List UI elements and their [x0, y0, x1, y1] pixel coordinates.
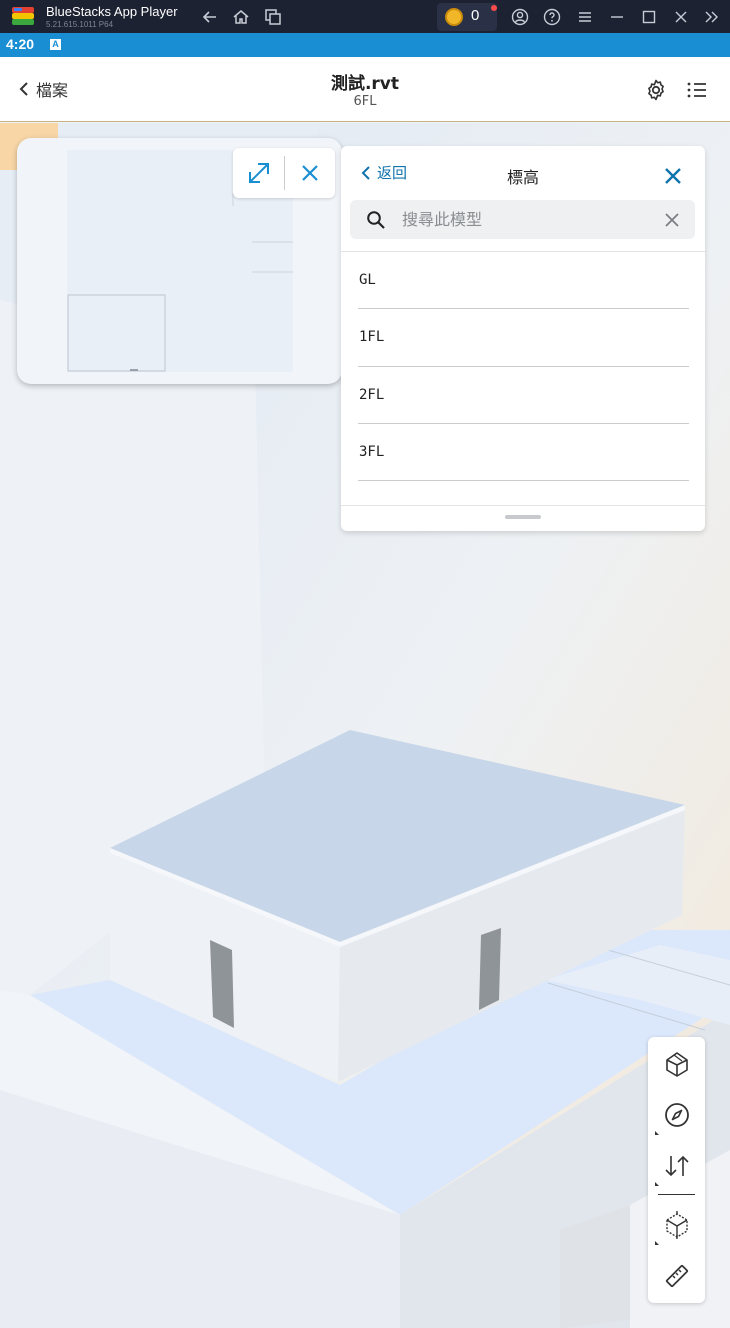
- divider: [358, 480, 689, 482]
- emulator-title: BlueStacks App Player: [46, 4, 178, 19]
- level-item[interactable]: 3FL: [341, 424, 705, 482]
- level-label: GL: [359, 272, 376, 288]
- menu-icon[interactable]: [576, 8, 594, 26]
- minimap-controls: [233, 148, 335, 198]
- coin-counter[interactable]: 0: [437, 3, 497, 31]
- level-label: 2FL: [359, 386, 385, 403]
- minimize-icon[interactable]: [608, 8, 626, 26]
- current-level: 6FL: [353, 94, 377, 109]
- home-icon[interactable]: [231, 7, 251, 27]
- panel-title: 標高: [506, 168, 539, 187]
- measure-icon[interactable]: [662, 1261, 692, 1291]
- compass-icon[interactable]: [662, 1100, 692, 1130]
- submenu-indicator-icon: [655, 1131, 659, 1135]
- bluestacks-logo-icon: [12, 7, 34, 25]
- list-icon[interactable]: [685, 78, 709, 102]
- search-box: [350, 200, 695, 239]
- panel-drag-handle[interactable]: [505, 515, 541, 519]
- file-title: 測試.rvt: [330, 74, 400, 94]
- levels-panel: 返回 標高 GL 1FL 2FL 3FL: [341, 146, 705, 531]
- level-item[interactable]: GL: [341, 252, 705, 310]
- app-header: 檔案 測試.rvt 6FL: [0, 57, 730, 122]
- emulator-title-bar: BlueStacks App Player 5.21.615.1011 P64 …: [0, 0, 730, 33]
- notification-dot: [491, 5, 497, 11]
- level-item[interactable]: 1FL: [341, 309, 705, 367]
- search-icon: [367, 211, 385, 229]
- divider: [341, 505, 705, 506]
- close-icon[interactable]: [672, 8, 690, 26]
- expand-sidebar-icon[interactable]: [703, 8, 721, 26]
- emulator-version: 5.21.615.1011 P64: [46, 20, 114, 29]
- level-list: GL 1FL 2FL 3FL: [341, 252, 705, 504]
- coin-count: 0: [471, 7, 480, 24]
- recent-apps-icon[interactable]: [263, 7, 283, 27]
- view-cube-icon[interactable]: [662, 1049, 692, 1079]
- level-label: 1FL: [359, 329, 385, 346]
- expand-minimap-icon[interactable]: [244, 158, 274, 188]
- back-icon[interactable]: [200, 7, 220, 27]
- search-input[interactable]: [402, 206, 652, 233]
- close-minimap-icon[interactable]: [295, 158, 325, 188]
- viewer-toolbar: [648, 1037, 705, 1303]
- level-item[interactable]: 2FL: [341, 367, 705, 424]
- submenu-indicator-icon: [655, 1182, 659, 1186]
- coin-icon: [445, 8, 463, 26]
- status-time: 4:20: [6, 36, 35, 52]
- level-label: 3FL: [359, 443, 385, 460]
- maximize-icon[interactable]: [640, 8, 658, 26]
- settings-icon[interactable]: [644, 78, 668, 102]
- elevation-icon[interactable]: [662, 1151, 692, 1181]
- account-icon[interactable]: [511, 8, 529, 26]
- clear-search-icon[interactable]: [662, 210, 682, 230]
- status-bar: 4:20 A: [0, 33, 730, 57]
- status-indicator-icon: A: [50, 39, 61, 50]
- help-icon[interactable]: [543, 8, 561, 26]
- submenu-indicator-icon: [655, 1241, 659, 1245]
- divider: [658, 1194, 695, 1195]
- close-panel-icon[interactable]: [661, 164, 685, 188]
- divider: [284, 156, 285, 190]
- section-box-icon[interactable]: [662, 1210, 692, 1240]
